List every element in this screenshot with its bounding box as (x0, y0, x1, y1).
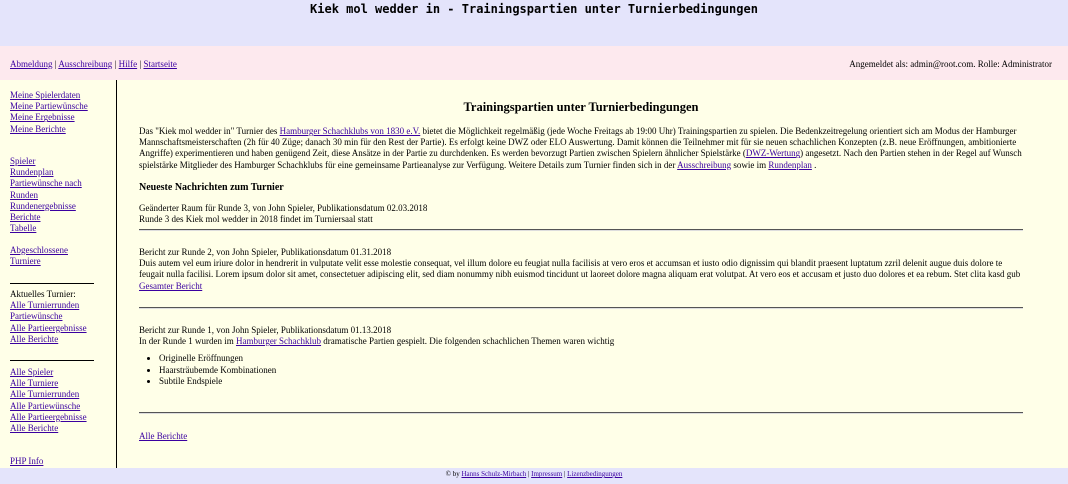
sidebar-item-alle-spieler[interactable]: Alle Spieler (10, 367, 110, 378)
sidebar-item-partiewuensche-nach-runden[interactable]: Partiewünsche nach Runden (10, 178, 84, 200)
news-item: Geänderter Raum für Runde 3, von John Sp… (139, 203, 1023, 225)
news-headline: Bericht zur Runde 1, von John Spieler, P… (139, 325, 392, 335)
footer-impressum-link[interactable]: Impressum (531, 470, 562, 478)
sidebar-item-meine-ergebnisse[interactable]: Meine Ergebnisse (10, 112, 110, 123)
sidebar-item-meine-berichte[interactable]: Meine Berichte (10, 124, 110, 135)
login-status: Angemeldet als: admin@root.com. Rolle: A… (849, 59, 1052, 69)
sidebar-item-abgeschlossene-turniere[interactable]: Abgeschlossene Turniere (10, 245, 80, 267)
list-item: Subtile Endspiele (159, 376, 1023, 387)
sidebar-group-archive: Abgeschlossene Turniere (10, 245, 110, 267)
list-item: Haarsträubemde Kombinationen (159, 365, 1023, 376)
sidebar-item-admin-alle-turnierrunden[interactable]: Alle Turnierrunden (10, 389, 110, 400)
sidebar-item-spieler[interactable]: Spieler (10, 156, 110, 167)
sidebar-group-current: Aktuelles Turnier: Alle Turnierrunden Pa… (10, 289, 110, 345)
sidebar-item-berichte[interactable]: Berichte (10, 212, 110, 223)
news-headline: Geänderter Raum für Runde 3, von John Sp… (139, 203, 428, 213)
sidebar-item-partiewuensche[interactable]: Partiewünsche (10, 311, 110, 322)
news-divider (139, 412, 1023, 414)
news-body-text: In der Runde 1 wurden im (139, 336, 236, 347)
intro-text: Das "Kiek mol wedder in" Turnier des (139, 126, 280, 136)
sidebar-group-personal: Meine Spielerdaten Meine Partiewünsche M… (10, 90, 110, 135)
sidebar-item-tabelle[interactable]: Tabelle (10, 223, 110, 234)
copyright-text: © by (445, 470, 462, 478)
topic-list: Originelle Eröffnungen Haarsträubemde Ko… (139, 353, 1023, 387)
nav-link-ausschreibung[interactable]: Ausschreibung (58, 59, 112, 69)
nav-link-startseite[interactable]: Startseite (143, 59, 177, 69)
intro-paragraph: Das "Kiek mol wedder in" Turnier des Ham… (139, 126, 1023, 171)
top-nav: Abmeldung | Ausschreibung | Hilfe | Star… (0, 46, 1068, 80)
sidebar-item-admin-alle-berichte[interactable]: Alle Berichte (10, 423, 110, 434)
sidebar-item-meine-partiewuensche[interactable]: Meine Partiewünsche (10, 101, 110, 112)
news-item: Bericht zur Runde 2, von John Spieler, P… (139, 247, 1023, 292)
page-title: Trainingspartien unter Turnierbedingunge… (463, 100, 699, 114)
sidebar-divider (10, 283, 94, 284)
sidebar-item-alle-turnierrunden[interactable]: Alle Turnierrunden (10, 300, 110, 311)
footer-license-link[interactable]: Lizenzbedingungen (567, 470, 622, 478)
sidebar-item-alle-partiewuensche[interactable]: Alle Partiewünsche (10, 401, 110, 412)
link-ausschreibung[interactable]: Ausschreibung (677, 160, 731, 170)
sidebar-item-admin-alle-partieergebnisse[interactable]: Alle Partieergebnisse (10, 412, 110, 423)
intro-text: sowie im (731, 159, 769, 170)
sidebar-item-rundenplan[interactable]: Rundenplan (10, 167, 110, 178)
news-body: In der Runde 1 wurden im Hamburger Schac… (139, 336, 1023, 347)
footer-author-link[interactable]: Hanns Schulz-Mirbach (461, 470, 526, 478)
nav-link-hilfe[interactable]: Hilfe (119, 59, 138, 69)
news-divider (139, 229, 1023, 231)
news-body: Runde 3 des Kiek mol wedder in 2018 find… (139, 214, 373, 225)
sidebar-item-meine-spielerdaten[interactable]: Meine Spielerdaten (10, 90, 110, 101)
page-header: Kiek mol wedder in - Trainingspartien un… (0, 0, 1068, 46)
news-item: Bericht zur Runde 1, von John Spieler, P… (139, 325, 1023, 387)
news-body: Duis autem vel eum iriure dolor in hendr… (139, 258, 1021, 280)
sidebar: Meine Spielerdaten Meine Partiewünsche M… (0, 80, 117, 468)
page-footer: © by Hanns Schulz-Mirbach | Impressum | … (0, 468, 1068, 484)
link-rundenplan[interactable]: Rundenplan (768, 160, 812, 170)
link-hamburger-schachklub-1830[interactable]: Hamburger Schachklubs von 1830 e.V. (280, 126, 421, 136)
nav-links: Abmeldung | Ausschreibung | Hilfe | Star… (10, 59, 177, 69)
news-divider (139, 307, 1023, 309)
sidebar-group-tournament: Spieler Rundenplan Partiewünsche nach Ru… (10, 156, 110, 234)
link-dwz-wertung[interactable]: DWZ-Wertung (746, 148, 800, 158)
sidebar-item-php-info[interactable]: PHP Info (10, 456, 110, 467)
sidebar-item-alle-berichte[interactable]: Alle Berichte (10, 334, 110, 345)
news-body-text: dramatische Partien gespielt. Die folgen… (321, 336, 615, 347)
news-headline: Bericht zur Runde 2, von John Spieler, P… (139, 247, 392, 257)
sidebar-group-admin: Alle Spieler Alle Turniere Alle Turnierr… (10, 367, 110, 434)
sidebar-item-alle-turniere[interactable]: Alle Turniere (10, 378, 110, 389)
intro-text: . (811, 159, 817, 170)
list-item: Originelle Eröffnungen (159, 353, 1023, 364)
news-heading: Neueste Nachrichten zum Turnier (139, 182, 284, 193)
nav-link-abmeldung[interactable]: Abmeldung (10, 59, 53, 69)
sidebar-divider (10, 360, 94, 361)
site-title: Kiek mol wedder in - Trainingspartien un… (310, 2, 758, 16)
full-report-link[interactable]: Gesamter Bericht (139, 281, 202, 291)
sidebar-item-alle-partieergebnisse[interactable]: Alle Partieergebnisse (10, 323, 110, 334)
sidebar-group-info: PHP Info (10, 456, 110, 467)
link-hamburger-schachklub[interactable]: Hamburger Schachklub (236, 336, 321, 346)
sidebar-item-rundenergebnisse[interactable]: Rundenergebnisse (10, 201, 110, 212)
all-reports-link[interactable]: Alle Berichte (139, 431, 187, 441)
sidebar-current-label: Aktuelles Turnier: (10, 289, 76, 299)
